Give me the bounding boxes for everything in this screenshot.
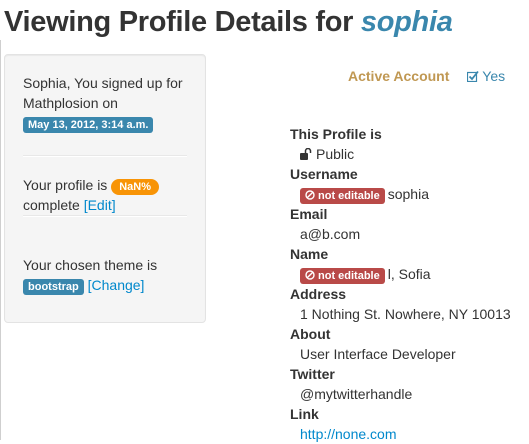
profile-percent-badge: NaN% <box>111 179 159 195</box>
page-title: Viewing Profile Details for sophia <box>4 6 453 39</box>
page-title-username: sophia <box>360 6 453 38</box>
not-editable-text: not editable <box>318 190 380 202</box>
profile-visibility-value: Public <box>300 144 526 164</box>
checkbox-checked-icon <box>467 70 479 82</box>
username-label: Username <box>290 166 358 182</box>
ban-icon <box>305 190 315 200</box>
profile-visibility-text: Public <box>316 146 355 162</box>
link-value: http://none.com <box>300 424 526 444</box>
page-left-border <box>0 40 1 440</box>
theme-info: Your chosen theme is bootstrap [Change] <box>23 255 187 295</box>
name-label: Name <box>290 246 329 262</box>
not-editable-text: not editable <box>318 270 380 282</box>
email-label: Email <box>290 206 328 222</box>
username-value: not editable sophia <box>300 184 526 204</box>
name-value: not editable l, Sofia <box>300 264 526 284</box>
not-editable-badge: not editable <box>300 188 385 204</box>
active-account-yes: Yes <box>482 68 506 84</box>
profile-visibility-label: This Profile is <box>290 126 382 142</box>
account-status: Active Account Yes <box>348 68 505 84</box>
about-value: User Interface Developer <box>300 346 456 362</box>
theme-text: Your chosen theme is <box>23 257 158 273</box>
profile-details: This Profile is Public Username not edit… <box>290 124 526 444</box>
name-text: l, Sofia <box>387 266 431 282</box>
signup-info: Sophia, You signed up for Mathplosion on… <box>23 73 187 133</box>
not-editable-badge: not editable <box>300 268 385 284</box>
address-value: 1 Nothing St. Nowhere, NY 10013 <box>300 306 511 322</box>
active-account-label: Active Account <box>348 68 450 84</box>
profile-completion: Your profile is NaN% complete [Edit] <box>23 175 187 215</box>
address-label: Address <box>290 286 347 302</box>
twitter-label: Twitter <box>290 366 335 382</box>
change-theme-link[interactable]: [Change] <box>88 277 145 293</box>
ban-icon <box>305 270 315 280</box>
email-value: a@b.com <box>300 226 361 242</box>
signup-text: Sophia, You signed up for Mathplosion on <box>23 75 183 111</box>
profile-completion-text: Your profile is <box>23 177 108 193</box>
page-title-prefix: Viewing Profile Details for <box>4 6 354 38</box>
link-label: Link <box>290 406 319 422</box>
active-account-value: Yes <box>467 68 505 84</box>
twitter-value: @mytwitterhandle <box>300 386 413 402</box>
theme-name-badge: bootstrap <box>23 279 84 295</box>
edit-profile-link[interactable]: [Edit] <box>84 197 116 213</box>
unlock-icon <box>300 148 312 160</box>
profile-completion-suffix: complete <box>23 197 80 213</box>
account-summary-card: Sophia, You signed up for Mathplosion on… <box>4 54 206 323</box>
signup-date-badge: May 13, 2012, 3:14 a.m. <box>23 117 154 133</box>
username-text: sophia <box>387 186 429 202</box>
about-label: About <box>290 326 331 342</box>
